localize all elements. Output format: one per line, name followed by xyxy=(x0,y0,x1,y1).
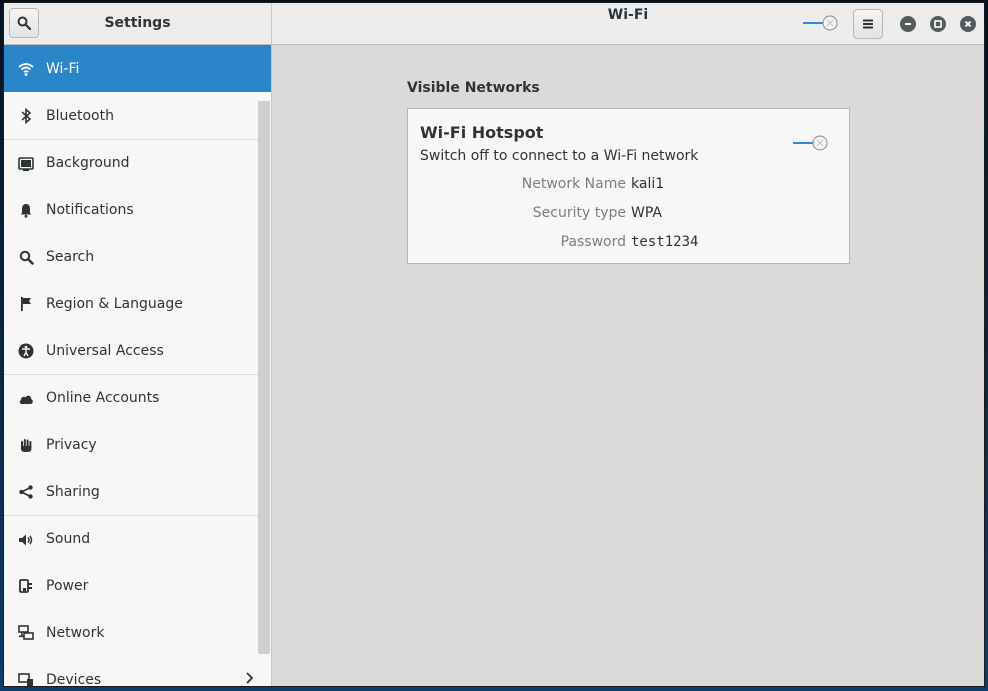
network-icon xyxy=(17,624,35,642)
sidebar-item-background[interactable]: Background xyxy=(4,139,271,186)
sidebar-item-label: Power xyxy=(46,577,89,594)
hamburger-menu-icon xyxy=(863,19,873,29)
security-type-value: WPA xyxy=(631,205,662,221)
sidebar-item-label: Search xyxy=(46,248,95,265)
sidebar-item-label: Notifications xyxy=(46,201,134,218)
sidebar-item-universal-access[interactable]: Universal Access xyxy=(4,327,271,374)
sidebar-item-label: Region & Language xyxy=(46,295,183,312)
sidebar-item-region-language[interactable]: Region & Language xyxy=(4,280,271,327)
bluetooth-icon xyxy=(17,107,35,125)
sidebar-item-label: Devices xyxy=(46,671,102,687)
sidebar-item-network[interactable]: Network xyxy=(4,609,271,656)
accessibility-icon xyxy=(17,342,35,360)
cloud-icon xyxy=(17,390,35,408)
settings-title: Settings xyxy=(104,15,171,31)
hand-icon xyxy=(17,436,35,454)
sidebar-item-sound[interactable]: Sound xyxy=(4,515,271,562)
visible-networks-heading: Visible Networks xyxy=(407,80,540,96)
hotspot-subtitle: Switch off to connect to a Wi-Fi network xyxy=(420,148,699,164)
sidebar: Wi-Fi Bluetooth Background Notifications… xyxy=(4,45,272,686)
sidebar-header: Settings xyxy=(4,3,272,44)
sidebar-scrollbar[interactable] xyxy=(258,101,270,654)
sidebar-item-label: Privacy xyxy=(46,436,97,453)
maximize-button[interactable] xyxy=(930,16,946,32)
security-type-label: Security type xyxy=(532,205,626,221)
sidebar-item-label: Background xyxy=(46,155,130,171)
close-icon xyxy=(964,20,972,28)
header-bar: Settings Wi-Fi xyxy=(4,3,984,45)
hotspot-card: Wi-Fi Hotspot Switch off to connect to a… xyxy=(407,108,850,264)
maximize-icon xyxy=(934,20,942,28)
flag-icon xyxy=(17,295,35,313)
settings-window: Settings Wi-Fi Wi-Fi Bluetooth Backgroun… xyxy=(4,3,984,686)
sidebar-item-label: Sharing xyxy=(46,483,100,500)
network-name-value: kali1 xyxy=(631,176,665,192)
wifi-icon xyxy=(17,60,35,78)
sidebar-item-label: Bluetooth xyxy=(46,107,114,124)
wifi-panel: Visible Networks Wi-Fi Hotspot Switch of… xyxy=(272,45,984,686)
wifi-toggle-switch[interactable] xyxy=(802,15,840,31)
share-icon xyxy=(17,483,35,501)
speaker-icon xyxy=(17,531,35,549)
minimize-icon xyxy=(905,23,911,25)
chevron-right-icon xyxy=(246,672,254,684)
password-value: test1234 xyxy=(631,234,699,250)
sidebar-item-privacy[interactable]: Privacy xyxy=(4,421,271,468)
password-label: Password xyxy=(560,234,626,250)
hotspot-title: Wi-Fi Hotspot xyxy=(420,123,544,142)
sidebar-item-search[interactable]: Search xyxy=(4,233,271,280)
sidebar-item-label: Network xyxy=(46,624,105,641)
bell-icon xyxy=(17,201,35,219)
sidebar-item-label: Universal Access xyxy=(46,342,164,359)
background-icon xyxy=(17,155,35,173)
sidebar-item-wifi[interactable]: Wi-Fi xyxy=(4,45,271,92)
minimize-button[interactable] xyxy=(900,16,916,32)
sidebar-item-devices[interactable]: Devices xyxy=(4,656,271,686)
devices-icon xyxy=(17,671,35,686)
network-name-label: Network Name xyxy=(521,176,626,192)
sidebar-item-label: Sound xyxy=(46,531,91,547)
sidebar-item-label: Online Accounts xyxy=(46,390,160,406)
sidebar-item-sharing[interactable]: Sharing xyxy=(4,468,271,515)
hotspot-toggle-switch[interactable] xyxy=(792,135,830,151)
close-button[interactable] xyxy=(960,16,976,32)
sidebar-item-label: Wi-Fi xyxy=(46,60,80,77)
sidebar-item-power[interactable]: Power xyxy=(4,562,271,609)
sidebar-item-notifications[interactable]: Notifications xyxy=(4,186,271,233)
power-plug-icon xyxy=(17,577,35,595)
search-icon xyxy=(17,248,35,266)
sidebar-item-bluetooth[interactable]: Bluetooth xyxy=(4,92,271,139)
sidebar-item-online-accounts[interactable]: Online Accounts xyxy=(4,374,271,421)
menu-button[interactable] xyxy=(853,9,883,39)
